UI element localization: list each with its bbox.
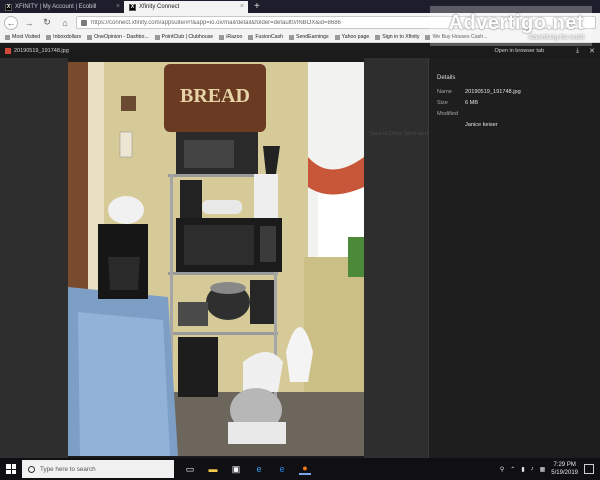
kitchen-photo: BREAD bbox=[68, 62, 364, 456]
bookmark-item[interactable]: Sign in to Xfinity bbox=[375, 34, 419, 40]
image-file-icon bbox=[5, 48, 11, 54]
details-title: Details bbox=[437, 75, 456, 81]
bookmark-item[interactable]: OneOpinion - Dashbo... bbox=[87, 34, 149, 40]
details-panel: Details Name 20190519_191748.jpg Size 6 … bbox=[428, 58, 600, 458]
bookmark-item[interactable]: iRazoo bbox=[219, 34, 242, 40]
bookmark-favicon-icon bbox=[154, 34, 160, 40]
gear-icon bbox=[5, 34, 10, 40]
volume-icon[interactable]: ♪ bbox=[531, 466, 534, 472]
close-icon[interactable]: ✕ bbox=[589, 47, 595, 55]
xfinity-favicon-icon bbox=[375, 34, 381, 40]
home-button[interactable]: ⌂ bbox=[58, 16, 72, 30]
yahoo-icon bbox=[334, 34, 340, 40]
tab-title: XFINITY | My Account | Ecobill bbox=[15, 4, 97, 10]
detail-row-author: Janice keiser bbox=[465, 122, 498, 128]
bookmark-item[interactable]: Most Visited bbox=[5, 34, 40, 40]
taskbar-search-box[interactable]: Type here to search bbox=[22, 460, 174, 478]
bookmark-favicon-icon bbox=[46, 34, 52, 40]
tab-xfinity-account[interactable]: X XFINITY | My Account | Ecobill × bbox=[0, 1, 124, 13]
edge-icon[interactable]: e bbox=[276, 463, 288, 475]
back-button[interactable]: ← bbox=[4, 15, 18, 30]
people-icon[interactable]: ⚲ bbox=[500, 466, 504, 473]
windows-logo-icon bbox=[6, 464, 16, 474]
viewer-toolbar: 20190519_191748.jpg Open in browser tab … bbox=[0, 44, 600, 58]
forward-button[interactable]: → bbox=[22, 16, 36, 30]
bookmark-favicon-icon bbox=[289, 34, 295, 40]
system-tray: ⚲ ⌃ ▮ ♪ ▦ 7:29 PM 5/19/2019 bbox=[500, 461, 600, 477]
xfinity-favicon-icon: X bbox=[129, 3, 136, 11]
taskbar-pinned-apps: ▭ ▬ ▣ e e ● bbox=[184, 463, 311, 475]
viewer-filename: 20190519_191748.jpg bbox=[14, 48, 69, 54]
photo-preview[interactable]: BREAD bbox=[68, 62, 364, 456]
bookmark-item[interactable]: Inboxdollars bbox=[46, 34, 81, 40]
windows-taskbar: Type here to search ▭ ▬ ▣ e e ● ⚲ ⌃ ▮ ♪ … bbox=[0, 458, 600, 480]
keyboard-icon[interactable]: ▦ bbox=[540, 466, 546, 473]
detail-row-size: Size 6 MB bbox=[437, 100, 479, 106]
new-tab-button[interactable]: + bbox=[248, 1, 266, 13]
reload-button[interactable]: ↻ bbox=[40, 16, 54, 30]
bookmark-item[interactable]: Yahoo page bbox=[334, 34, 369, 40]
bread-box-label: BREAD bbox=[180, 85, 250, 107]
file-explorer-icon[interactable]: ▬ bbox=[207, 463, 219, 475]
network-icon[interactable]: ▮ bbox=[521, 466, 524, 473]
lock-icon bbox=[81, 19, 87, 26]
bookmark-favicon-icon bbox=[248, 34, 254, 40]
watermark: Advertigo.net Advertising the world bbox=[430, 6, 592, 46]
store-icon[interactable]: ▣ bbox=[230, 463, 242, 475]
viewer-stage-left bbox=[0, 58, 68, 458]
detail-row-modified: Modified bbox=[437, 111, 459, 117]
detail-row-name: Name 20190519_191748.jpg bbox=[437, 89, 521, 95]
notification-icon[interactable] bbox=[584, 464, 594, 474]
bookmark-item[interactable]: PointClub | Clubhouse bbox=[154, 34, 213, 40]
bookmark-item[interactable]: SendEarnings bbox=[289, 34, 329, 40]
close-icon[interactable]: × bbox=[116, 3, 120, 10]
download-icon[interactable]: ⤓ bbox=[576, 47, 579, 55]
tab-xfinity-connect[interactable]: X Xfinity Connect × bbox=[124, 1, 248, 13]
search-placeholder: Type here to search bbox=[40, 465, 96, 473]
chevron-up-icon[interactable]: ⌃ bbox=[510, 466, 515, 473]
start-button[interactable] bbox=[0, 458, 22, 480]
watermark-tagline: Advertising the world bbox=[528, 34, 584, 41]
task-view-icon[interactable]: ▭ bbox=[184, 463, 196, 475]
search-icon bbox=[28, 465, 35, 473]
viewer-stage-right bbox=[364, 58, 428, 458]
bookmark-item[interactable]: FusionCash bbox=[248, 34, 283, 40]
watermark-logo: Advertigo.net bbox=[448, 11, 584, 34]
open-in-browser-tab-button[interactable]: Open in browser tab bbox=[494, 48, 544, 54]
internet-explorer-icon[interactable]: e bbox=[253, 463, 265, 475]
xfinity-favicon-icon: X bbox=[5, 3, 12, 11]
taskbar-clock[interactable]: 7:29 PM 5/19/2019 bbox=[551, 461, 578, 477]
bookmark-favicon-icon bbox=[87, 34, 93, 40]
tab-title: Xfinity Connect bbox=[139, 4, 180, 10]
close-icon[interactable]: × bbox=[240, 3, 244, 10]
bookmark-favicon-icon bbox=[219, 34, 225, 40]
firefox-icon[interactable]: ● bbox=[299, 463, 311, 475]
